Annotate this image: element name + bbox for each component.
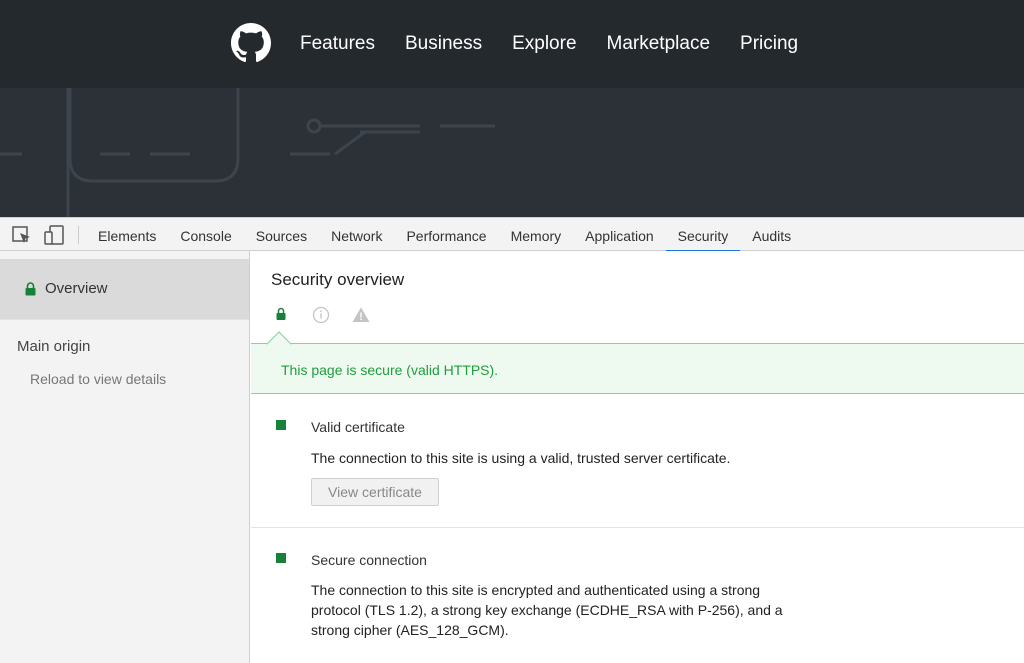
devtools-toolbar: Elements Console Sources Network Perform… xyxy=(0,217,1024,252)
github-logo-icon[interactable] xyxy=(231,23,271,63)
secure-indicator-icon xyxy=(276,420,286,430)
tab-console[interactable]: Console xyxy=(168,218,243,251)
tab-performance[interactable]: Performance xyxy=(394,218,498,251)
nav-link-pricing[interactable]: Pricing xyxy=(740,33,798,55)
tab-security[interactable]: Security xyxy=(665,218,741,252)
info-icon xyxy=(312,306,330,324)
tab-network[interactable]: Network xyxy=(319,218,394,251)
inspect-element-icon[interactable] xyxy=(11,225,33,245)
toolbar-separator xyxy=(78,226,79,244)
security-overview-panel: Security overview This page is secure (v… xyxy=(251,251,1024,663)
hero-circuit-illustration xyxy=(0,88,495,217)
tab-audits[interactable]: Audits xyxy=(740,218,803,251)
device-toolbar-icon[interactable] xyxy=(44,225,66,245)
security-sidebar: Overview Main origin Reload to view deta… xyxy=(0,251,250,663)
section-title: Secure connection xyxy=(311,552,427,568)
tab-memory[interactable]: Memory xyxy=(499,218,574,251)
nav-link-marketplace[interactable]: Marketplace xyxy=(607,33,711,55)
secure-connection-section: Secure connection The connection to this… xyxy=(251,528,1024,663)
page-title: Security overview xyxy=(271,270,405,289)
section-description: The connection to this site is using a v… xyxy=(311,450,731,466)
banner-pointer xyxy=(266,331,292,357)
hero-background xyxy=(0,88,1024,217)
sidebar-divider xyxy=(0,319,249,320)
github-header: Features Business Explore Marketplace Pr… xyxy=(0,0,1024,88)
sidebar-overview-label: Overview xyxy=(45,280,108,297)
sidebar-main-origin-heading: Main origin xyxy=(17,338,91,355)
devtools-tabs: Elements Console Sources Network Perform… xyxy=(86,218,803,252)
lock-icon xyxy=(25,282,36,296)
nav-link-business[interactable]: Business xyxy=(405,33,482,55)
section-title: Valid certificate xyxy=(311,419,405,435)
sidebar-item-overview[interactable]: Overview xyxy=(0,259,249,319)
screen: Features Business Explore Marketplace Pr… xyxy=(0,0,1024,663)
warning-icon xyxy=(352,307,370,322)
secure-status-text: This page is secure (valid HTTPS). xyxy=(281,362,499,378)
nav-link-features[interactable]: Features xyxy=(300,33,375,55)
section-description: The connection to this site is encrypted… xyxy=(311,582,783,638)
nav-link-explore[interactable]: Explore xyxy=(512,33,576,55)
sidebar-reload-hint: Reload to view details xyxy=(30,371,167,387)
valid-certificate-section: Valid certificate The connection to this… xyxy=(251,395,1024,528)
view-certificate-button[interactable]: View certificate xyxy=(311,478,439,506)
secure-indicator-icon xyxy=(276,553,286,563)
secure-status-banner: This page is secure (valid HTTPS). xyxy=(251,331,1024,394)
github-nav: Features Business Explore Marketplace Pr… xyxy=(300,0,828,88)
tab-elements[interactable]: Elements xyxy=(86,218,168,251)
security-state-icons xyxy=(276,306,370,324)
tab-application[interactable]: Application xyxy=(573,218,666,251)
secure-lock-icon xyxy=(276,307,286,320)
tab-sources[interactable]: Sources xyxy=(244,218,319,251)
